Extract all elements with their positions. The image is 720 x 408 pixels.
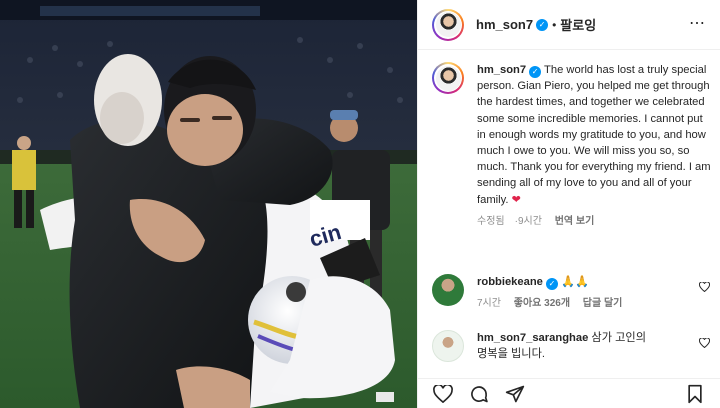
comment-username[interactable]: robbiekeane — [477, 276, 543, 288]
translate-button[interactable]: 번역 보기 — [555, 216, 595, 227]
caption-meta: 수정됨 ·9시간 번역 보기 — [477, 214, 714, 230]
post-photo[interactable]: cin — [0, 0, 417, 408]
post-sidebar: hm_son7 ✓ • 팔로잉 ⋯ hm_son7 ✓ The world has… — [417, 0, 720, 408]
caption-text: The world has lost a truly special perso… — [477, 64, 711, 206]
comment-item: robbiekeane ✓ 🙏🙏 7시간 좋아요 326개 답글 달기 — [432, 274, 714, 312]
verified-badge-icon: ✓ — [536, 18, 549, 31]
post-image: cin — [0, 0, 417, 408]
comment-username[interactable]: hm_son7_saranghae — [477, 332, 588, 344]
heart-emoji: ❤ — [511, 193, 521, 206]
comment-avatar[interactable] — [432, 330, 464, 362]
share-icon[interactable] — [504, 383, 526, 405]
following-button[interactable]: 팔로잉 — [560, 15, 596, 34]
post-caption: hm_son7 ✓ The world has lost a truly spec… — [432, 62, 714, 230]
caption-time: 9시간 — [517, 215, 542, 227]
post-header: hm_son7 ✓ • 팔로잉 ⋯ — [418, 0, 720, 50]
comment-icon[interactable] — [468, 383, 490, 405]
comment-meta: 7시간 좋아요 326개 답글 달기 — [477, 296, 677, 312]
comment-avatar[interactable] — [432, 274, 464, 306]
comment-text: 🙏🙏 — [561, 276, 589, 288]
author-username[interactable]: hm_son7 — [476, 17, 533, 32]
author-avatar[interactable] — [432, 8, 464, 41]
caption-username[interactable]: hm_son7 — [477, 64, 526, 76]
heart-icon[interactable] — [432, 383, 454, 405]
comment-item: hm_son7_saranghae 삼가 고인의 명복을 빕니다. — [432, 330, 714, 362]
comment-likes[interactable]: 좋아요 326개 — [514, 298, 570, 309]
post-actions-bar — [418, 378, 720, 408]
separator-dot: • — [552, 17, 557, 32]
bookmark-icon[interactable] — [684, 383, 706, 405]
heart-icon[interactable] — [698, 337, 711, 351]
more-options-icon[interactable]: ⋯ — [689, 16, 706, 32]
verified-badge-icon: ✓ — [545, 278, 558, 290]
heart-icon[interactable] — [698, 281, 711, 295]
caption-avatar[interactable] — [432, 62, 464, 94]
reply-button[interactable]: 답글 달기 — [583, 298, 623, 309]
comment-time: 7시간 — [477, 298, 501, 309]
verified-badge-icon: ✓ — [529, 66, 542, 78]
edited-label: 수정됨 — [477, 215, 505, 227]
